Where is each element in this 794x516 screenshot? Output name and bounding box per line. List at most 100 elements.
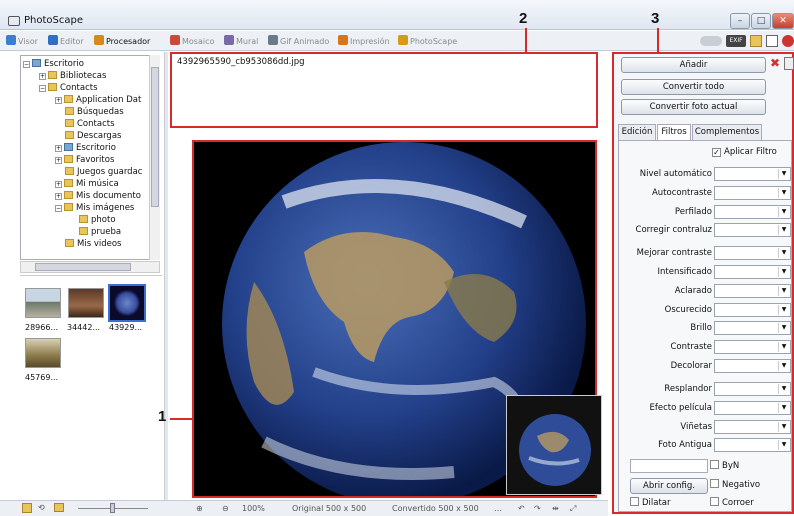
clear-icon[interactable] [784, 57, 794, 70]
filter-dropdown[interactable]: ▼ [714, 265, 791, 279]
refresh-icon[interactable]: ⟲ [38, 503, 45, 512]
filter-dropdown[interactable]: ▼ [714, 167, 791, 181]
tree-item[interactable]: − Escritorio [23, 58, 84, 70]
filter-dropdown[interactable]: ▼ [714, 223, 791, 237]
remove-icon[interactable]: ✖ [770, 56, 780, 70]
filter-dropdown[interactable]: ▼ [714, 303, 791, 317]
file-list[interactable]: 4392965590_cb953086dd.jpg [170, 52, 598, 128]
tree-item[interactable]: Búsquedas [65, 106, 124, 118]
scroll-thumb[interactable] [35, 263, 131, 271]
tab-gif-animado[interactable]: Gif Animado [268, 34, 329, 50]
folder-icon[interactable] [54, 503, 64, 512]
filter-dropdown[interactable]: ▼ [714, 359, 791, 373]
toolbar-icons: EXIF [700, 34, 794, 48]
exif-icon[interactable]: EXIF [726, 35, 746, 47]
filter-dropdown[interactable]: ▼ [714, 321, 791, 335]
expand-icon[interactable]: + [55, 97, 62, 104]
expand-icon[interactable]: + [55, 145, 62, 152]
filter-dropdown[interactable]: ▼ [714, 438, 791, 452]
collapse-icon[interactable]: − [55, 205, 62, 212]
filter-label: Oscurecido [664, 305, 712, 315]
tab-filtros[interactable]: Filtros [657, 124, 691, 141]
zoom-out-icon[interactable]: ⊖ [222, 504, 229, 513]
tab-mosaico[interactable]: Mosaico [170, 34, 214, 50]
more-icon[interactable]: … [494, 504, 502, 513]
panel-divider[interactable] [164, 52, 168, 500]
filter-dropdown[interactable]: ▼ [714, 284, 791, 298]
tree-item[interactable]: + Favoritos [55, 154, 114, 166]
maximize-button[interactable]: □ [751, 13, 771, 29]
dilatar-checkbox[interactable]: Dilatar [630, 497, 671, 508]
rotate-right-icon[interactable]: ↷ [534, 504, 541, 513]
collapse-icon[interactable]: − [39, 85, 46, 92]
rotate-left-icon[interactable]: ↶ [518, 504, 525, 513]
filter-dropdown[interactable]: ▼ [714, 382, 791, 396]
help-icon[interactable] [782, 35, 794, 47]
scroll-thumb[interactable] [151, 67, 159, 207]
thumbnail[interactable] [25, 338, 61, 368]
copy-icon[interactable] [766, 35, 778, 47]
tree-vertical-scrollbar[interactable] [149, 55, 160, 260]
folder-icon[interactable] [750, 35, 762, 47]
negativo-checkbox[interactable]: Negativo [710, 479, 760, 490]
tree-item[interactable]: − Contacts [39, 82, 98, 94]
tree-item[interactable]: + Bibliotecas [39, 70, 106, 82]
tree-item[interactable]: Mis videos [65, 238, 121, 250]
thumbnail[interactable] [68, 288, 104, 318]
tab-edicion[interactable]: Edición [618, 124, 656, 140]
tree-item[interactable]: Juegos guardac [65, 166, 142, 178]
apply-filter-checkbox[interactable]: ✓ Aplicar Filtro [712, 147, 777, 157]
add-button[interactable]: Añadir [621, 57, 766, 73]
folder-icon [64, 143, 73, 151]
tab-impresion[interactable]: Impresión [338, 34, 390, 50]
tree-item[interactable]: Contacts [65, 118, 115, 130]
convert-current-button[interactable]: Convertir foto actual [621, 99, 766, 115]
chevron-down-icon: ▼ [778, 422, 789, 432]
tree-item[interactable]: + Mis documento [55, 190, 141, 202]
tree-item[interactable]: + Application Dat [55, 94, 141, 106]
tab-editor[interactable]: Editor [48, 34, 84, 50]
tree-item[interactable]: + Mi música [55, 178, 119, 190]
fit-icon[interactable]: ⤢ [570, 504, 576, 514]
folder-icon [79, 215, 88, 223]
tree-item[interactable]: − Mis imágenes [55, 202, 134, 214]
expand-icon[interactable]: + [55, 193, 62, 200]
expand-icon[interactable]: + [39, 73, 46, 80]
byn-checkbox[interactable]: ByN [710, 460, 739, 471]
corroer-checkbox[interactable]: Corroer [710, 497, 754, 508]
tab-complementos[interactable]: Complementos [692, 124, 762, 140]
tab-visor[interactable]: Visor [6, 34, 38, 50]
mosaico-icon [170, 35, 180, 45]
zoom-in-icon[interactable]: ⊕ [196, 504, 203, 513]
open-config-button[interactable]: Abrir config. [630, 478, 708, 494]
blank-field[interactable] [630, 459, 708, 473]
tree-item[interactable]: + Escritorio [55, 142, 116, 154]
tab-photoscape[interactable]: PhotoScape [398, 34, 457, 50]
thumbnail[interactable] [108, 284, 146, 322]
tree-item[interactable]: prueba [79, 226, 121, 238]
tab-procesador[interactable]: Procesador [94, 34, 150, 50]
filter-dropdown[interactable]: ▼ [714, 186, 791, 200]
tree-item[interactable]: photo [79, 214, 116, 226]
expand-icon[interactable]: + [55, 181, 62, 188]
filter-dropdown[interactable]: ▼ [714, 246, 791, 260]
filter-dropdown[interactable]: ▼ [714, 401, 791, 415]
tab-mural[interactable]: Mural [224, 34, 258, 50]
app-icon [8, 16, 20, 26]
filter-dropdown[interactable]: ▼ [714, 340, 791, 354]
filter-dropdown[interactable]: ▼ [714, 205, 791, 219]
filter-dropdown[interactable]: ▼ [714, 420, 791, 434]
thumbnail[interactable] [25, 288, 61, 318]
home-icon[interactable] [22, 503, 32, 513]
expand-icon[interactable]: + [55, 157, 62, 164]
close-button[interactable]: ✕ [772, 13, 794, 29]
tree-horizontal-scrollbar[interactable] [20, 261, 160, 273]
flip-icon[interactable]: ⇹ [552, 504, 559, 513]
zoom-slider-handle[interactable] [110, 503, 115, 513]
file-list-item[interactable]: 4392965590_cb953086dd.jpg [177, 57, 305, 67]
collapse-icon[interactable]: − [23, 61, 30, 68]
tree-item[interactable]: Descargas [65, 130, 121, 142]
view-toggle-icon[interactable] [700, 36, 722, 46]
minimize-button[interactable]: – [730, 13, 750, 29]
convert-all-button[interactable]: Convertir todo [621, 79, 766, 95]
